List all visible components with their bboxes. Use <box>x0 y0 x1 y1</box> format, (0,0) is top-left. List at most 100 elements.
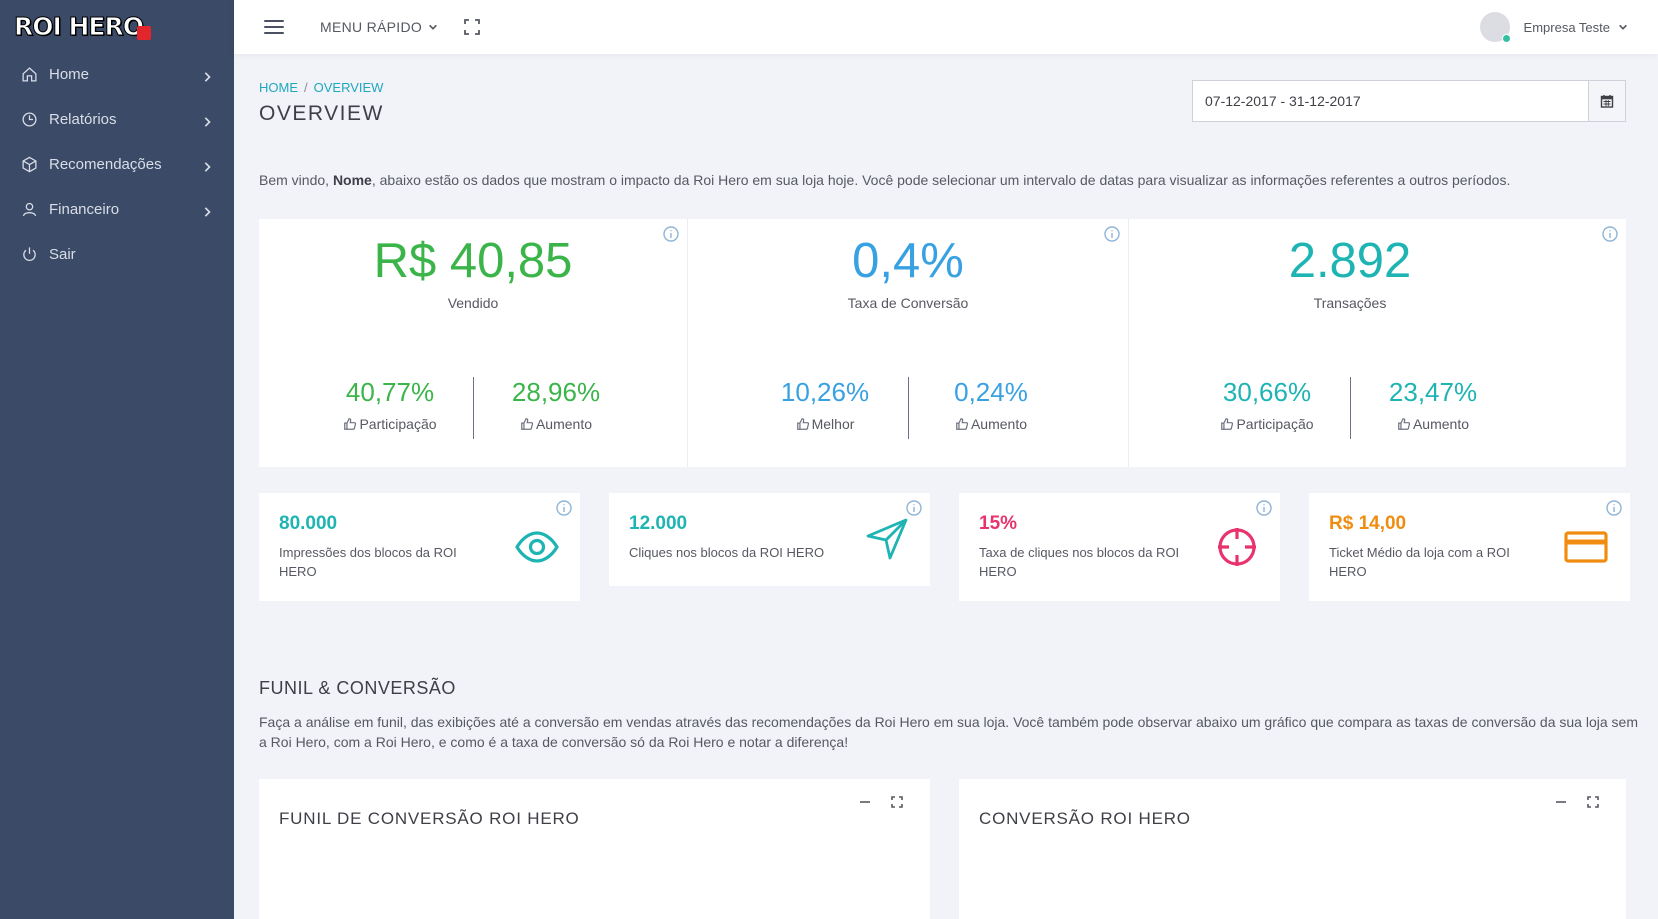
info-icon[interactable] <box>1602 226 1618 242</box>
sub-stat: 10,26% Melhor <box>743 377 908 441</box>
logo-mark <box>137 26 152 40</box>
box-icon <box>20 156 38 174</box>
date-range-picker <box>1192 80 1626 122</box>
panel-tools <box>858 795 904 809</box>
stat-label: Transações <box>1313 295 1387 311</box>
card-value: 80.000 <box>279 513 338 534</box>
card-cliques: 12.000 Cliques nos blocos da ROI HERO <box>609 493 930 586</box>
chevron-down-icon <box>429 24 438 30</box>
sidebar-item-relatorios[interactable]: Relatórios <box>0 97 234 142</box>
card-value: R$ 14,00 <box>1329 513 1407 534</box>
date-range-input[interactable] <box>1193 81 1588 121</box>
sub-stat: 30,66% Participação <box>1185 377 1350 441</box>
quick-menu-label: MENU RÁPIDO <box>320 19 423 35</box>
credit-card-icon <box>1564 525 1608 569</box>
topbar: MENU RÁPIDO Empresa Teste <box>234 0 1658 54</box>
stat-sub-row: 10,26% Melhor 0,24% Aumento <box>688 377 1128 441</box>
send-icon <box>865 517 909 561</box>
sub-stat-label: Melhor <box>811 416 855 432</box>
big-stats-panel: R$ 40,85 Vendido 40,77% Participação 28,… <box>259 219 1626 467</box>
sidebar-item-label: Sair <box>49 246 76 263</box>
calendar-button[interactable] <box>1588 81 1625 121</box>
minimize-icon[interactable] <box>858 795 872 809</box>
sub-stat-label: Participação <box>359 416 437 432</box>
eye-icon <box>515 525 559 569</box>
stat-value: 0,4% <box>852 234 964 288</box>
sub-stat-value: 28,96% <box>511 377 601 407</box>
user-menu[interactable]: Empresa Teste <box>1479 12 1628 43</box>
clock-icon <box>20 111 38 129</box>
minimize-icon[interactable] <box>1554 795 1568 809</box>
calendar-icon <box>1600 95 1614 108</box>
breadcrumb-separator: / <box>304 80 308 95</box>
sidebar-item-recomendacoes[interactable]: Recomendações <box>0 142 234 187</box>
chevron-right-icon <box>202 159 214 172</box>
fullscreen-icon[interactable] <box>1586 795 1600 809</box>
sub-stat-label-wrap: Aumento <box>1397 416 1469 432</box>
power-icon <box>20 246 38 264</box>
info-icon[interactable] <box>1256 500 1272 516</box>
stat-transacoes: 2.892 Transações 30,66% Participação 23,… <box>1128 219 1626 467</box>
stat-sub-row: 30,66% Participação 23,47% Aumento <box>1129 377 1571 441</box>
fullscreen-icon[interactable] <box>464 19 480 35</box>
card-taxa-cliques: 15% Taxa de cliques nos blocos da ROI HE… <box>959 493 1280 601</box>
crosshair-icon <box>1215 525 1259 569</box>
card-label: Ticket Médio da loja com a ROI HERO <box>1329 545 1510 579</box>
sub-stat-label-wrap: Participação <box>1220 416 1314 432</box>
thumbs-up-icon <box>1398 418 1411 430</box>
breadcrumb-current[interactable]: OVERVIEW <box>314 80 384 95</box>
sidebar: ROI HERO Home Relatórios Recomendações F… <box>0 0 234 919</box>
stat-label: Taxa de Conversão <box>847 295 969 311</box>
sub-stat: 28,96% Aumento <box>474 377 639 441</box>
section-description: Faça a análise em funil, das exibições a… <box>259 714 1638 750</box>
avatar <box>1479 12 1511 43</box>
quick-menu-dropdown[interactable]: MENU RÁPIDO <box>320 19 438 35</box>
panel-tools <box>1554 795 1600 809</box>
online-status-dot <box>1501 34 1511 43</box>
sub-stat: 23,47% Aumento <box>1351 377 1516 441</box>
stat-label: Vendido <box>447 295 499 311</box>
stat-value: R$ 40,85 <box>373 234 573 288</box>
sub-stat: 40,77% Participação <box>308 377 473 441</box>
sub-stat-value: 10,26% <box>780 377 870 407</box>
sidebar-item-label: Home <box>49 66 90 83</box>
sidebar-item-label: Recomendações <box>49 156 162 173</box>
card-impressoes: 80.000 Impressões dos blocos da ROI HERO <box>259 493 580 601</box>
intro-user-name: Nome <box>332 172 372 188</box>
sub-stat-label: Aumento <box>1412 416 1470 432</box>
info-icon[interactable] <box>556 500 572 516</box>
sidebar-item-financeiro[interactable]: Financeiro <box>0 187 234 232</box>
panel-funil-conversao: FUNIL DE CONVERSÃO ROI HERO <box>259 779 930 919</box>
chevron-down-icon <box>1619 24 1627 30</box>
sub-stat-label-wrap: Melhor <box>796 416 855 432</box>
sub-stat-value: 40,77% <box>345 377 435 407</box>
panel-title: FUNIL DE CONVERSÃO ROI HERO <box>279 809 580 828</box>
sidebar-item-home[interactable]: Home <box>0 52 234 97</box>
chevron-right-icon <box>202 69 214 82</box>
sub-stat-label: Participação <box>1236 416 1314 432</box>
thumbs-up-icon <box>1221 418 1234 430</box>
thumbs-up-icon <box>796 418 809 430</box>
hamburger-menu-icon[interactable] <box>264 20 284 34</box>
page-title: OVERVIEW <box>259 102 384 125</box>
thumbs-up-icon <box>521 418 534 430</box>
sub-stat-value: 30,66% <box>1222 377 1312 407</box>
card-ticket-medio: R$ 14,00 Ticket Médio da loja com a ROI … <box>1309 493 1630 601</box>
thumbs-up-icon <box>344 418 357 430</box>
stat-taxa-conversao: 0,4% Taxa de Conversão 10,26% Melhor 0,2… <box>687 219 1128 467</box>
breadcrumb-home[interactable]: HOME <box>259 80 298 95</box>
intro-text: Bem vindo, Nome, abaixo estão os dados q… <box>259 172 1639 188</box>
info-icon[interactable] <box>1606 500 1622 516</box>
sidebar-item-sair[interactable]: Sair <box>0 232 234 277</box>
card-label: Taxa de cliques nos blocos da ROI HERO <box>979 545 1180 579</box>
sub-stat-label-wrap: Aumento <box>520 416 592 432</box>
chevron-right-icon <box>202 114 214 127</box>
info-icon[interactable] <box>906 500 922 516</box>
stat-vendido: R$ 40,85 Vendido 40,77% Participação 28,… <box>259 219 687 467</box>
card-value: 15% <box>979 513 1018 534</box>
fullscreen-icon[interactable] <box>890 795 904 809</box>
breadcrumb: HOME / OVERVIEW <box>259 80 383 95</box>
stat-value: 2.892 <box>1288 234 1412 288</box>
logo[interactable]: ROI HERO <box>0 0 234 52</box>
card-label: Impressões dos blocos da ROI HERO <box>279 545 457 579</box>
